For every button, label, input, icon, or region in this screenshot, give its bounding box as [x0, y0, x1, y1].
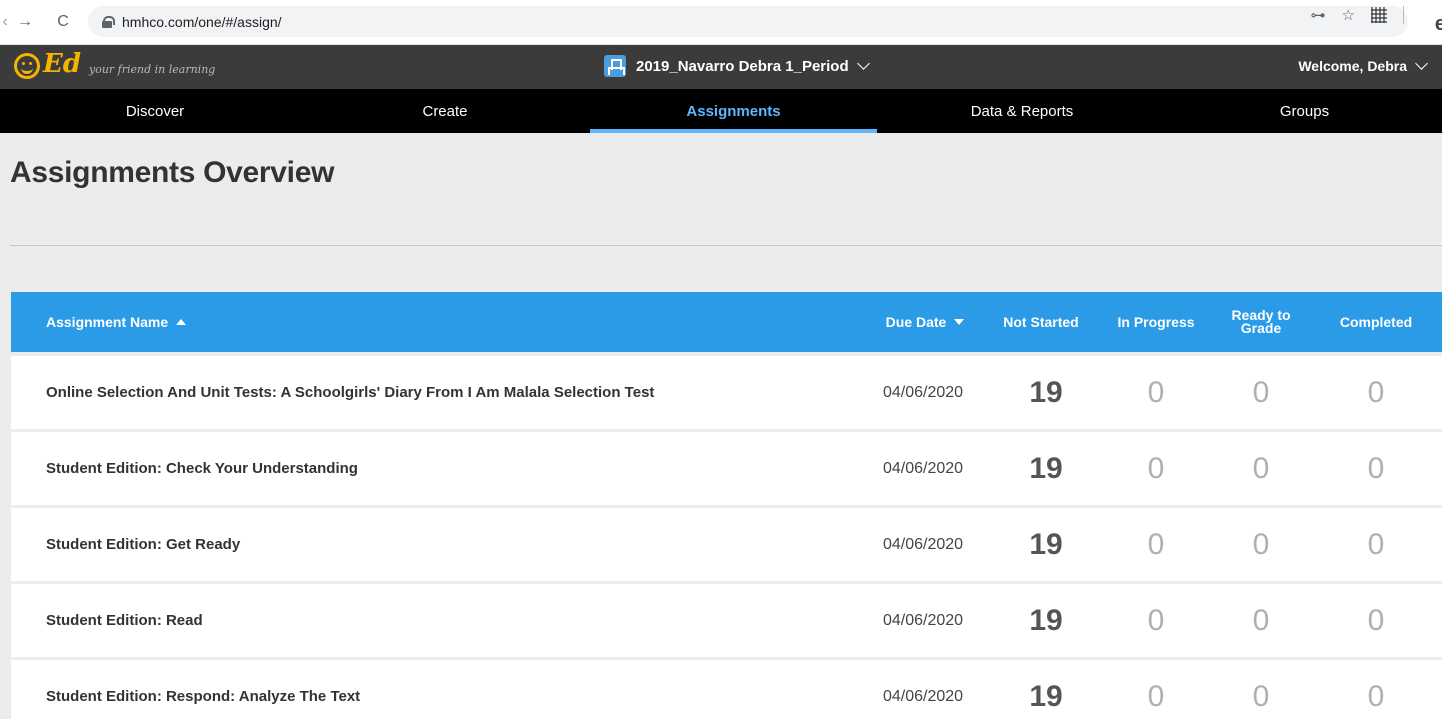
lock-icon[interactable]	[102, 15, 115, 28]
ready-to-grade-count: 0	[1252, 527, 1270, 561]
star-icon[interactable]: ☆	[1342, 6, 1355, 24]
column-in-progress[interactable]: In Progress	[1106, 292, 1206, 352]
completed-count: 0	[1367, 451, 1385, 485]
in-progress-count: 0	[1147, 375, 1165, 409]
table-row[interactable]: Student Edition: Get Ready 04/06/2020 19…	[11, 508, 1442, 581]
completed-count: 0	[1367, 527, 1385, 561]
address-bar[interactable]: hmhco.com/one/#/assign/	[88, 6, 1408, 37]
ready-to-grade-count: 0	[1252, 679, 1270, 713]
ready-to-grade-count: 0	[1252, 451, 1270, 485]
completed-count: 0	[1367, 375, 1385, 409]
not-started-count[interactable]: 19	[1001, 660, 1091, 719]
in-progress-count: 0	[1147, 527, 1165, 561]
due-date: 04/06/2020	[882, 535, 964, 553]
column-assignment-name[interactable]: Assignment Name	[46, 292, 187, 352]
column-ready-to-grade[interactable]: Ready to Grade	[1216, 292, 1306, 352]
not-started-count[interactable]: 19	[1001, 432, 1091, 505]
divider	[10, 245, 1442, 246]
nav-discover[interactable]: Discover	[10, 89, 300, 133]
in-progress-count: 0	[1147, 451, 1165, 485]
browser-actions: ⊶ ☆	[1311, 6, 1434, 24]
welcome-text: Welcome, Debra	[1298, 58, 1407, 74]
toolbar-separator	[1403, 6, 1404, 24]
class-name: 2019_Navarro Debra 1_Period	[636, 57, 849, 75]
in-progress-count: 0	[1147, 679, 1165, 713]
chevron-down-icon	[856, 57, 870, 70]
not-started-count[interactable]: 19	[1001, 508, 1091, 581]
url-text[interactable]: hmhco.com/one/#/assign/	[122, 14, 282, 30]
assignment-name-link[interactable]: Student Edition: Respond: Analyze The Te…	[46, 660, 360, 719]
in-progress-count: 0	[1147, 603, 1165, 637]
key-icon[interactable]: ⊶	[1311, 6, 1326, 24]
ready-to-grade-count: 0	[1252, 375, 1270, 409]
browser-toolbar: ‹ → C hmhco.com/one/#/assign/ ⊶ ☆ e	[0, 0, 1442, 45]
logo-tagline: your friend in learning	[89, 63, 216, 76]
page-title: Assignments Overview	[10, 156, 335, 189]
back-arrow-icon[interactable]: ‹	[0, 11, 10, 33]
browser-extension-icon[interactable]: e	[1435, 13, 1442, 36]
table-row[interactable]: Student Edition: Check Your Understandin…	[11, 432, 1442, 505]
column-not-started[interactable]: Not Started	[991, 292, 1091, 352]
nav-create[interactable]: Create	[300, 89, 590, 133]
assignments-table: Online Selection And Unit Tests: A Schoo…	[11, 356, 1442, 719]
reload-icon[interactable]: C	[52, 11, 74, 33]
ready-to-grade-count: 0	[1252, 603, 1270, 637]
due-date: 04/06/2020	[882, 459, 964, 477]
table-header: Assignment Name Due Date Not Started In …	[11, 292, 1442, 352]
nav-assignments[interactable]: Assignments	[590, 89, 877, 133]
chevron-down-icon	[1415, 57, 1428, 70]
qr-code-icon[interactable]	[1371, 7, 1387, 23]
user-menu[interactable]: Welcome, Debra	[1298, 57, 1428, 74]
table-row[interactable]: Online Selection And Unit Tests: A Schoo…	[11, 356, 1442, 429]
smiley-sun-icon	[14, 53, 40, 79]
column-label: Assignment Name	[46, 313, 169, 330]
column-due-date[interactable]: Due Date	[873, 292, 977, 352]
app-header: Ed your friend in learning 2019_Navarro …	[0, 45, 1442, 89]
completed-count: 0	[1367, 603, 1385, 637]
due-date: 04/06/2020	[882, 383, 964, 401]
assignment-name-link[interactable]: Student Edition: Read	[46, 584, 203, 657]
sort-descending-icon	[954, 319, 965, 325]
nav-data-reports[interactable]: Data & Reports	[877, 89, 1167, 133]
not-started-count[interactable]: 19	[1001, 356, 1091, 429]
classroom-icon	[604, 55, 626, 77]
table-row[interactable]: Student Edition: Respond: Analyze The Te…	[11, 660, 1442, 719]
column-label-line2: Grade	[1240, 320, 1282, 336]
column-completed[interactable]: Completed	[1321, 292, 1431, 352]
ed-logo[interactable]: Ed your friend in learning	[14, 49, 215, 79]
sort-ascending-icon	[176, 319, 187, 325]
main-nav: Discover Create Assignments Data & Repor…	[0, 89, 1442, 133]
logo-text: Ed	[43, 49, 81, 79]
column-label: Due Date	[885, 313, 947, 330]
due-date: 04/06/2020	[882, 687, 964, 705]
forward-arrow-icon[interactable]: →	[14, 11, 36, 33]
completed-count: 0	[1367, 679, 1385, 713]
class-selector[interactable]: 2019_Navarro Debra 1_Period	[604, 55, 870, 77]
assignment-name-link[interactable]: Student Edition: Get Ready	[46, 508, 240, 581]
table-row[interactable]: Student Edition: Read 04/06/2020 19 0 0 …	[11, 584, 1442, 657]
not-started-count[interactable]: 19	[1001, 584, 1091, 657]
due-date: 04/06/2020	[882, 611, 964, 629]
nav-groups[interactable]: Groups	[1167, 89, 1442, 133]
assignment-name-link[interactable]: Student Edition: Check Your Understandin…	[46, 432, 358, 505]
assignment-name-link[interactable]: Online Selection And Unit Tests: A Schoo…	[46, 356, 654, 429]
